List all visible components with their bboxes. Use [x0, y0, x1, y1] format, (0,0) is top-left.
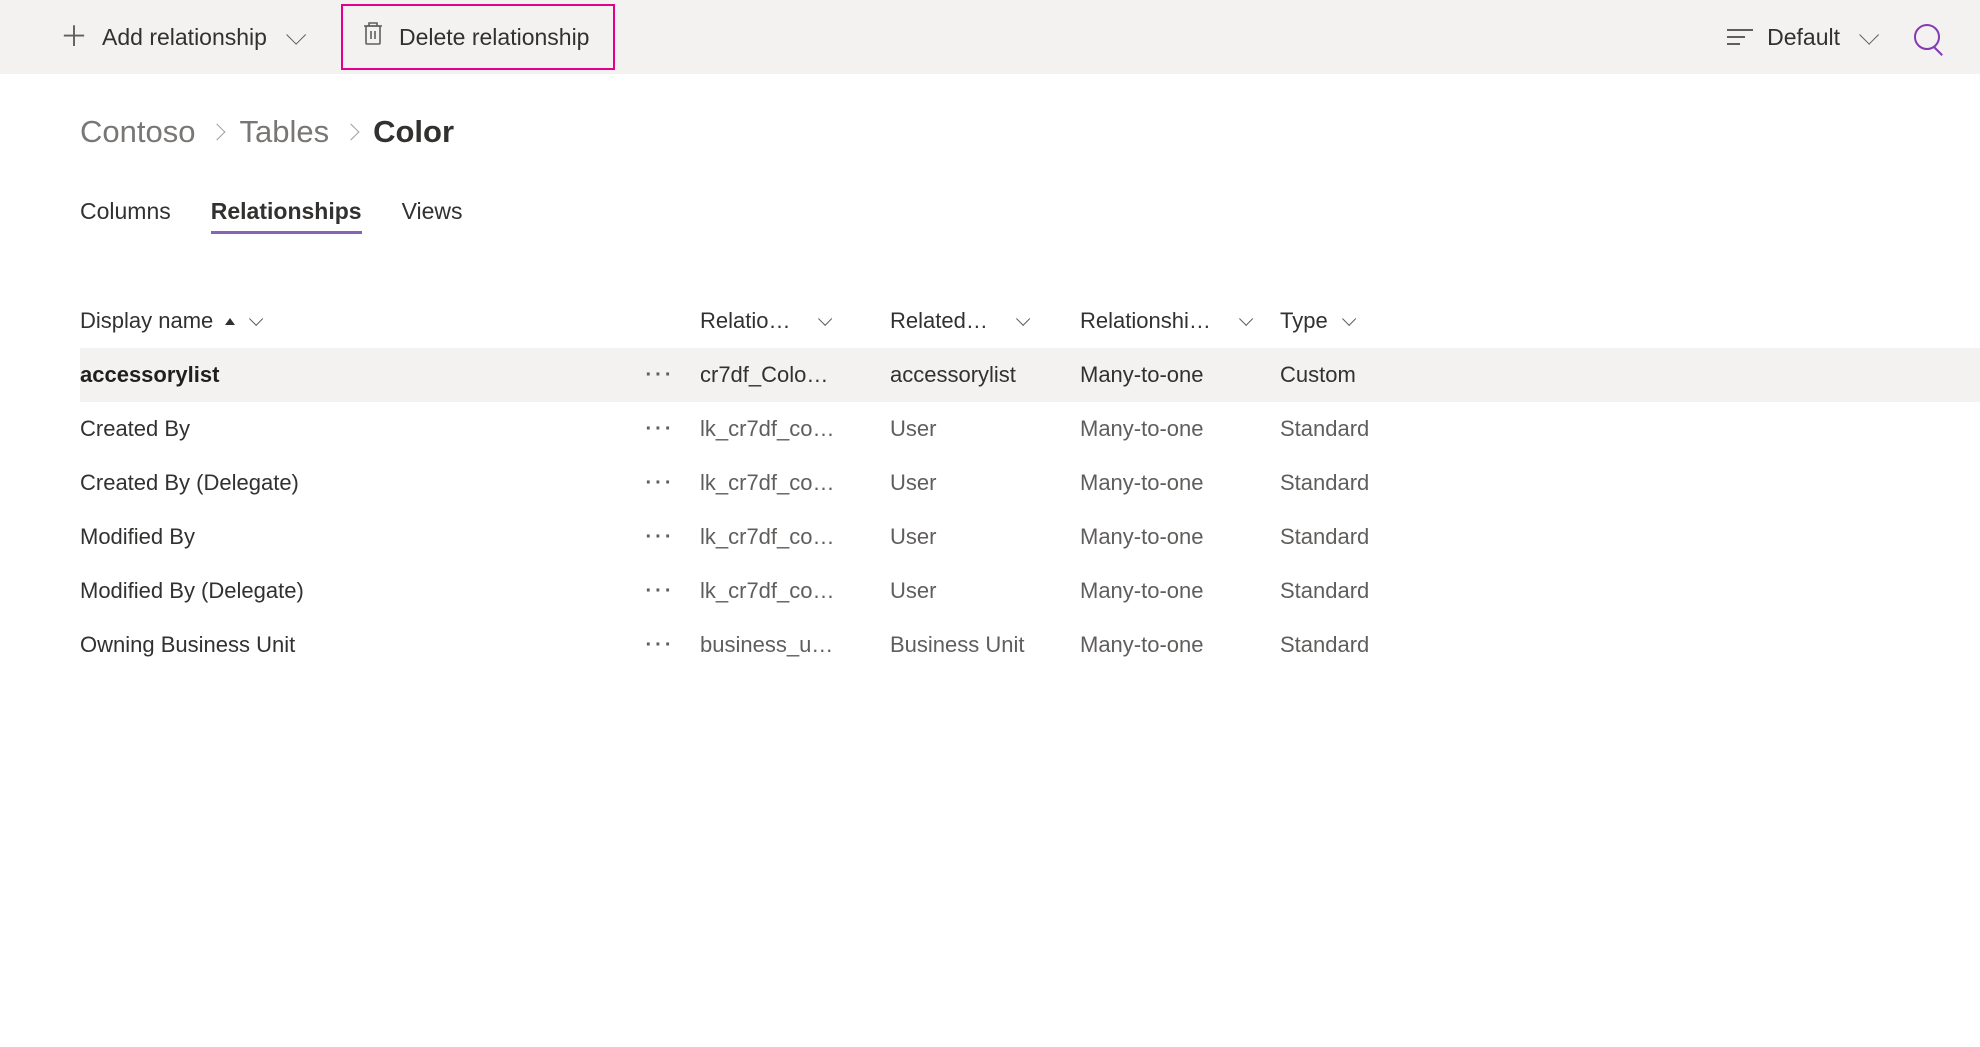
col-header-label: Type	[1280, 308, 1328, 334]
cell-related: User	[890, 470, 1080, 496]
table-row[interactable]: Modified By···lk_cr7df_co…UserMany-to-on…	[80, 510, 1980, 564]
table-row[interactable]: Created By···lk_cr7df_co…UserMany-to-one…	[80, 402, 1980, 456]
cell-type: Standard	[1280, 416, 1460, 442]
col-header-label: Related…	[890, 308, 1002, 334]
cell-related: User	[890, 416, 1080, 442]
chevron-down-icon	[1239, 312, 1253, 326]
plus-icon: ＋	[60, 23, 88, 51]
col-header-label: Relationshi…	[1080, 308, 1225, 334]
cell-related: Business Unit	[890, 632, 1080, 658]
view-selector-label: Default	[1767, 24, 1840, 51]
cell-relationship: Many-to-one	[1080, 362, 1280, 388]
cell-relationship: Many-to-one	[1080, 416, 1280, 442]
delete-relationship-button[interactable]: Delete relationship	[341, 4, 616, 70]
command-bar: ＋ Add relationship Delete relationship D…	[0, 0, 1980, 74]
breadcrumb-root[interactable]: Contoso	[80, 114, 195, 150]
cell-display-name: Modified By (Delegate)	[80, 578, 620, 604]
more-actions-button[interactable]: ···	[620, 364, 700, 387]
cell-related: User	[890, 524, 1080, 550]
breadcrumb: Contoso Tables Color	[80, 114, 1980, 150]
cell-relation: lk_cr7df_co…	[700, 470, 890, 496]
table-row[interactable]: Modified By (Delegate)···lk_cr7df_co…Use…	[80, 564, 1980, 618]
chevron-down-icon	[1342, 312, 1356, 326]
cell-type: Standard	[1280, 470, 1460, 496]
chevron-down-icon	[286, 25, 306, 45]
table-row[interactable]: Owning Business Unit···business_u…Busine…	[80, 618, 1980, 672]
more-actions-button[interactable]: ···	[620, 472, 700, 495]
col-header-related[interactable]: Related…	[890, 308, 1080, 334]
tab-columns[interactable]: Columns	[80, 198, 171, 234]
breadcrumb-section[interactable]: Tables	[239, 114, 329, 150]
chevron-down-icon	[249, 312, 263, 326]
chevron-right-icon	[343, 124, 360, 141]
cell-relation: lk_cr7df_co…	[700, 416, 890, 442]
col-header-label: Display name	[80, 308, 213, 334]
col-header-relationship[interactable]: Relationshi…	[1080, 308, 1280, 334]
table-row[interactable]: Created By (Delegate)···lk_cr7df_co…User…	[80, 456, 1980, 510]
cell-type: Custom	[1280, 362, 1460, 388]
col-header-display-name[interactable]: Display name	[80, 308, 620, 334]
more-actions-button[interactable]: ···	[620, 526, 700, 549]
cell-display-name: accessorylist	[80, 362, 620, 388]
table-row[interactable]: accessorylist···cr7df_Colo…accessorylist…	[80, 348, 1980, 402]
cell-related: User	[890, 578, 1080, 604]
trash-icon	[361, 20, 385, 54]
command-bar-right: Default	[1727, 24, 1940, 51]
cell-related: accessorylist	[890, 362, 1080, 388]
tab-list: Columns Relationships Views	[80, 198, 1980, 234]
cell-type: Standard	[1280, 578, 1460, 604]
col-header-label: Relatio…	[700, 308, 804, 334]
cell-display-name: Created By	[80, 416, 620, 442]
cell-relationship: Many-to-one	[1080, 578, 1280, 604]
cell-display-name: Created By (Delegate)	[80, 470, 620, 496]
grid-body: accessorylist···cr7df_Colo…accessorylist…	[80, 348, 1980, 672]
tab-relationships[interactable]: Relationships	[211, 198, 362, 234]
cell-relationship: Many-to-one	[1080, 524, 1280, 550]
sort-ascending-icon	[225, 318, 235, 325]
chevron-down-icon	[819, 312, 833, 326]
cell-relationship: Many-to-one	[1080, 470, 1280, 496]
lines-icon	[1727, 29, 1753, 45]
cell-relation: lk_cr7df_co…	[700, 524, 890, 550]
chevron-right-icon	[209, 124, 226, 141]
command-bar-left: ＋ Add relationship Delete relationship	[40, 4, 615, 70]
col-header-relation[interactable]: Relatio…	[700, 308, 890, 334]
cell-relationship: Many-to-one	[1080, 632, 1280, 658]
add-relationship-label: Add relationship	[102, 24, 267, 51]
breadcrumb-current: Color	[373, 114, 454, 150]
chevron-down-icon	[1016, 312, 1030, 326]
more-actions-button[interactable]: ···	[620, 634, 700, 657]
chevron-down-icon	[1859, 25, 1879, 45]
delete-relationship-label: Delete relationship	[399, 24, 590, 51]
cell-display-name: Modified By	[80, 524, 620, 550]
add-relationship-button[interactable]: ＋ Add relationship	[40, 13, 321, 61]
grid-header-row: Display name Relatio… Related… Relations…	[80, 294, 1980, 348]
cell-type: Standard	[1280, 632, 1460, 658]
search-icon[interactable]	[1914, 24, 1940, 50]
tab-views[interactable]: Views	[402, 198, 463, 234]
content-area: Contoso Tables Color Columns Relationshi…	[0, 74, 1980, 672]
cell-display-name: Owning Business Unit	[80, 632, 620, 658]
cell-type: Standard	[1280, 524, 1460, 550]
more-actions-button[interactable]: ···	[620, 418, 700, 441]
view-selector[interactable]: Default	[1727, 24, 1874, 51]
cell-relation: cr7df_Colo…	[700, 362, 890, 388]
cell-relation: business_u…	[700, 632, 890, 658]
cell-relation: lk_cr7df_co…	[700, 578, 890, 604]
col-header-type[interactable]: Type	[1280, 308, 1460, 334]
more-actions-button[interactable]: ···	[620, 580, 700, 603]
relationships-grid: Display name Relatio… Related… Relations…	[80, 294, 1980, 672]
